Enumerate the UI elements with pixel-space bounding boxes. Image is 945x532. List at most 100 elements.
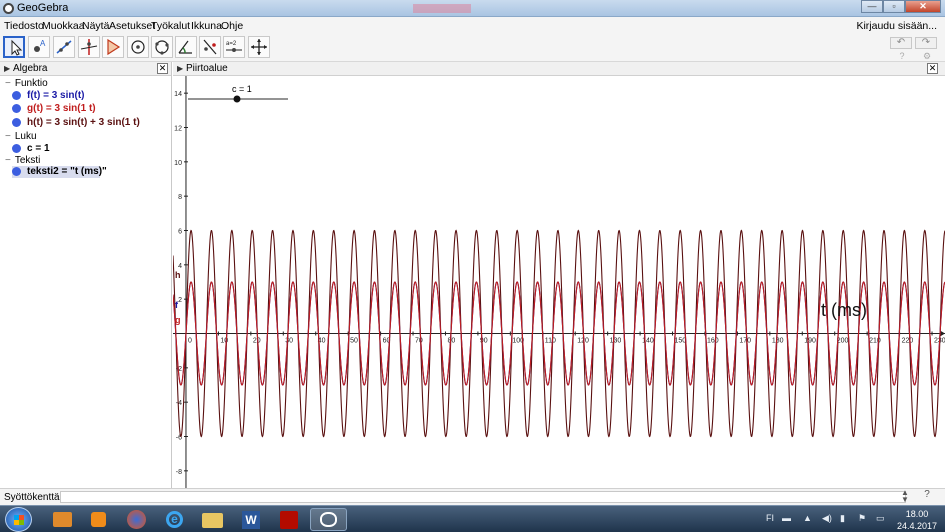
redo-button[interactable]: ↷ xyxy=(915,37,937,49)
windows-logo-icon xyxy=(14,515,24,525)
graphics-view[interactable]: ▶ Piirtoalue ✕ 0 10 20 30 40 50 60 70 80 90 100 110… xyxy=(173,62,945,488)
visibility-dot-icon[interactable] xyxy=(12,118,21,127)
menu-ohje[interactable]: Ohje xyxy=(221,20,243,32)
group-funktio[interactable]: − Funktio xyxy=(5,78,48,89)
window-controls: — ▫ ✕ xyxy=(861,0,941,13)
menu-ikkuna[interactable]: Ikkuna xyxy=(191,20,222,32)
circle-three-points-tool-button[interactable] xyxy=(151,36,173,58)
polygon-tool-button[interactable] xyxy=(102,36,124,58)
collapse-arrow-icon[interactable]: ▶ xyxy=(4,64,10,73)
menu-asetukset[interactable]: Asetukset xyxy=(109,20,155,32)
x-tick-label: 170 xyxy=(739,338,751,345)
file-manager-app-icon[interactable] xyxy=(194,508,231,531)
move-tool-button[interactable] xyxy=(3,36,25,58)
undo-button[interactable]: ↶ xyxy=(890,37,912,49)
polygon-icon xyxy=(107,38,121,56)
group-luku[interactable]: − Luku xyxy=(5,131,37,142)
visibility-dot-icon[interactable] xyxy=(12,167,21,176)
menu-tiedosto[interactable]: Tiedosto xyxy=(4,20,44,32)
curve-label-g: g xyxy=(175,315,181,325)
menu-muokkaa[interactable]: Muokkaa xyxy=(42,20,85,32)
x-tick-label: 50 xyxy=(350,338,358,345)
slider-widget[interactable]: c = 1 xyxy=(188,84,288,103)
login-link[interactable]: Kirjaudu sisään... xyxy=(856,20,937,32)
input-help-icon[interactable]: ? xyxy=(923,490,931,500)
slider-tool-button[interactable]: a=2 xyxy=(223,36,245,58)
acrobat-app-icon[interactable] xyxy=(270,508,307,531)
collapse-arrow-icon[interactable]: ▶ xyxy=(177,64,183,73)
y-tick-label: 2 xyxy=(178,297,182,304)
taskbar: e W FI ▬ ▲ ◀) ▮ ⚑ ▭ 18.00 24.4.2017 xyxy=(0,505,945,532)
close-window-icon[interactable]: ✕ xyxy=(905,0,941,13)
slider-icon: a=2 xyxy=(226,41,242,52)
close-algebra-icon[interactable]: ✕ xyxy=(157,63,168,74)
volume-icon[interactable]: ◀) xyxy=(822,513,832,524)
maximize-icon[interactable]: ▫ xyxy=(883,0,905,13)
input-bar: Syöttökenttä: ▲ ▼ ? xyxy=(0,488,945,505)
group-label: Funktio xyxy=(14,78,48,89)
input-scroll-icon[interactable]: ▲ ▼ xyxy=(901,489,909,504)
algebra-item-teksti2[interactable]: teksti2 = "t (ms)" xyxy=(12,166,107,178)
reflect-icon xyxy=(203,39,217,55)
x-tick-label: 30 xyxy=(285,338,293,345)
clock-date: 24.4.2017 xyxy=(896,521,937,531)
menu-nayta[interactable]: Näytä xyxy=(82,20,109,32)
toolbar: A a=2 ↶ ↷ ? ⚙ xyxy=(0,34,945,62)
move-graphics-tool-button[interactable] xyxy=(248,36,270,58)
slider-label: c = 1 xyxy=(232,84,252,94)
firefox-app-icon[interactable] xyxy=(118,508,155,531)
group-teksti[interactable]: − Teksti xyxy=(5,155,40,166)
visibility-dot-icon[interactable] xyxy=(12,91,21,100)
x-tick-label: 220 xyxy=(902,338,914,345)
reflect-tool-button[interactable] xyxy=(199,36,221,58)
point-icon: A xyxy=(34,39,46,52)
media-player-app-icon[interactable] xyxy=(80,508,117,531)
angle-icon xyxy=(178,40,192,54)
action-center-icon[interactable]: ⚑ xyxy=(858,513,866,524)
input-field[interactable] xyxy=(60,491,906,503)
algebra-item-text: h(t) = 3 sin(t) + 3 sin(1 t) xyxy=(27,117,140,128)
y-tick-label: -4 xyxy=(176,400,182,407)
x-tick-label: 20 xyxy=(253,338,261,345)
x-tick-label: 110 xyxy=(545,338,556,345)
word-app-icon[interactable]: W xyxy=(232,508,269,531)
angle-tool-button[interactable] xyxy=(175,36,197,58)
show-hidden-icons-icon[interactable]: ▲ xyxy=(803,513,812,523)
geogebra-app-icon[interactable] xyxy=(310,508,347,531)
slider-knob[interactable] xyxy=(233,95,241,103)
settings-gear-icon[interactable]: ⚙ xyxy=(922,51,932,61)
line-tool-button[interactable] xyxy=(53,36,75,58)
point-tool-button[interactable]: A xyxy=(28,36,50,58)
perpendicular-tool-button[interactable] xyxy=(78,36,100,58)
power-icon[interactable]: ▭ xyxy=(876,513,885,524)
axis-text-label[interactable]: t (ms) xyxy=(821,300,867,320)
pointer-icon xyxy=(11,39,23,56)
function-plot[interactable]: 0 10 20 30 40 50 60 70 80 90 100 110 120 130 140 150 160… xyxy=(173,76,945,488)
clock-time: 18.00 xyxy=(905,509,929,519)
start-button[interactable] xyxy=(5,507,32,532)
network-icon[interactable]: ▮ xyxy=(840,513,845,524)
x-tick-label: 180 xyxy=(772,338,784,345)
y-tick-label: -8 xyxy=(176,469,182,476)
y-tick-label: 8 xyxy=(178,194,182,201)
svg-text:a=2: a=2 xyxy=(226,41,237,47)
explorer-app-icon[interactable] xyxy=(44,508,81,531)
graphics-title: Piirtoalue xyxy=(186,63,228,74)
minimize-icon[interactable]: — xyxy=(861,0,883,13)
visibility-dot-icon[interactable] xyxy=(12,104,21,113)
menu-tyokalut[interactable]: Työkalut xyxy=(151,20,190,32)
x-tick-label: 130 xyxy=(610,338,622,345)
perpendicular-icon xyxy=(80,39,98,55)
svg-text:A: A xyxy=(40,39,46,48)
input-label: Syöttökenttä: xyxy=(4,492,63,503)
internet-explorer-app-icon[interactable]: e xyxy=(156,508,193,531)
language-indicator[interactable]: FI xyxy=(766,513,774,523)
visibility-dot-icon[interactable] xyxy=(12,144,21,153)
circle-tool-button[interactable] xyxy=(127,36,149,58)
help-icon[interactable]: ? xyxy=(897,51,907,61)
close-graphics-icon[interactable]: ✕ xyxy=(927,63,938,74)
algebra-view: ▶ Algebra ✕ − Funktio f(t) = 3 sin(t) g(t… xyxy=(0,62,172,488)
system-clock[interactable]: 18.00 24.4.2017 xyxy=(897,508,937,532)
keyboard-icon[interactable]: ▬ xyxy=(782,513,791,523)
window-title: GeoGebra xyxy=(17,2,69,14)
